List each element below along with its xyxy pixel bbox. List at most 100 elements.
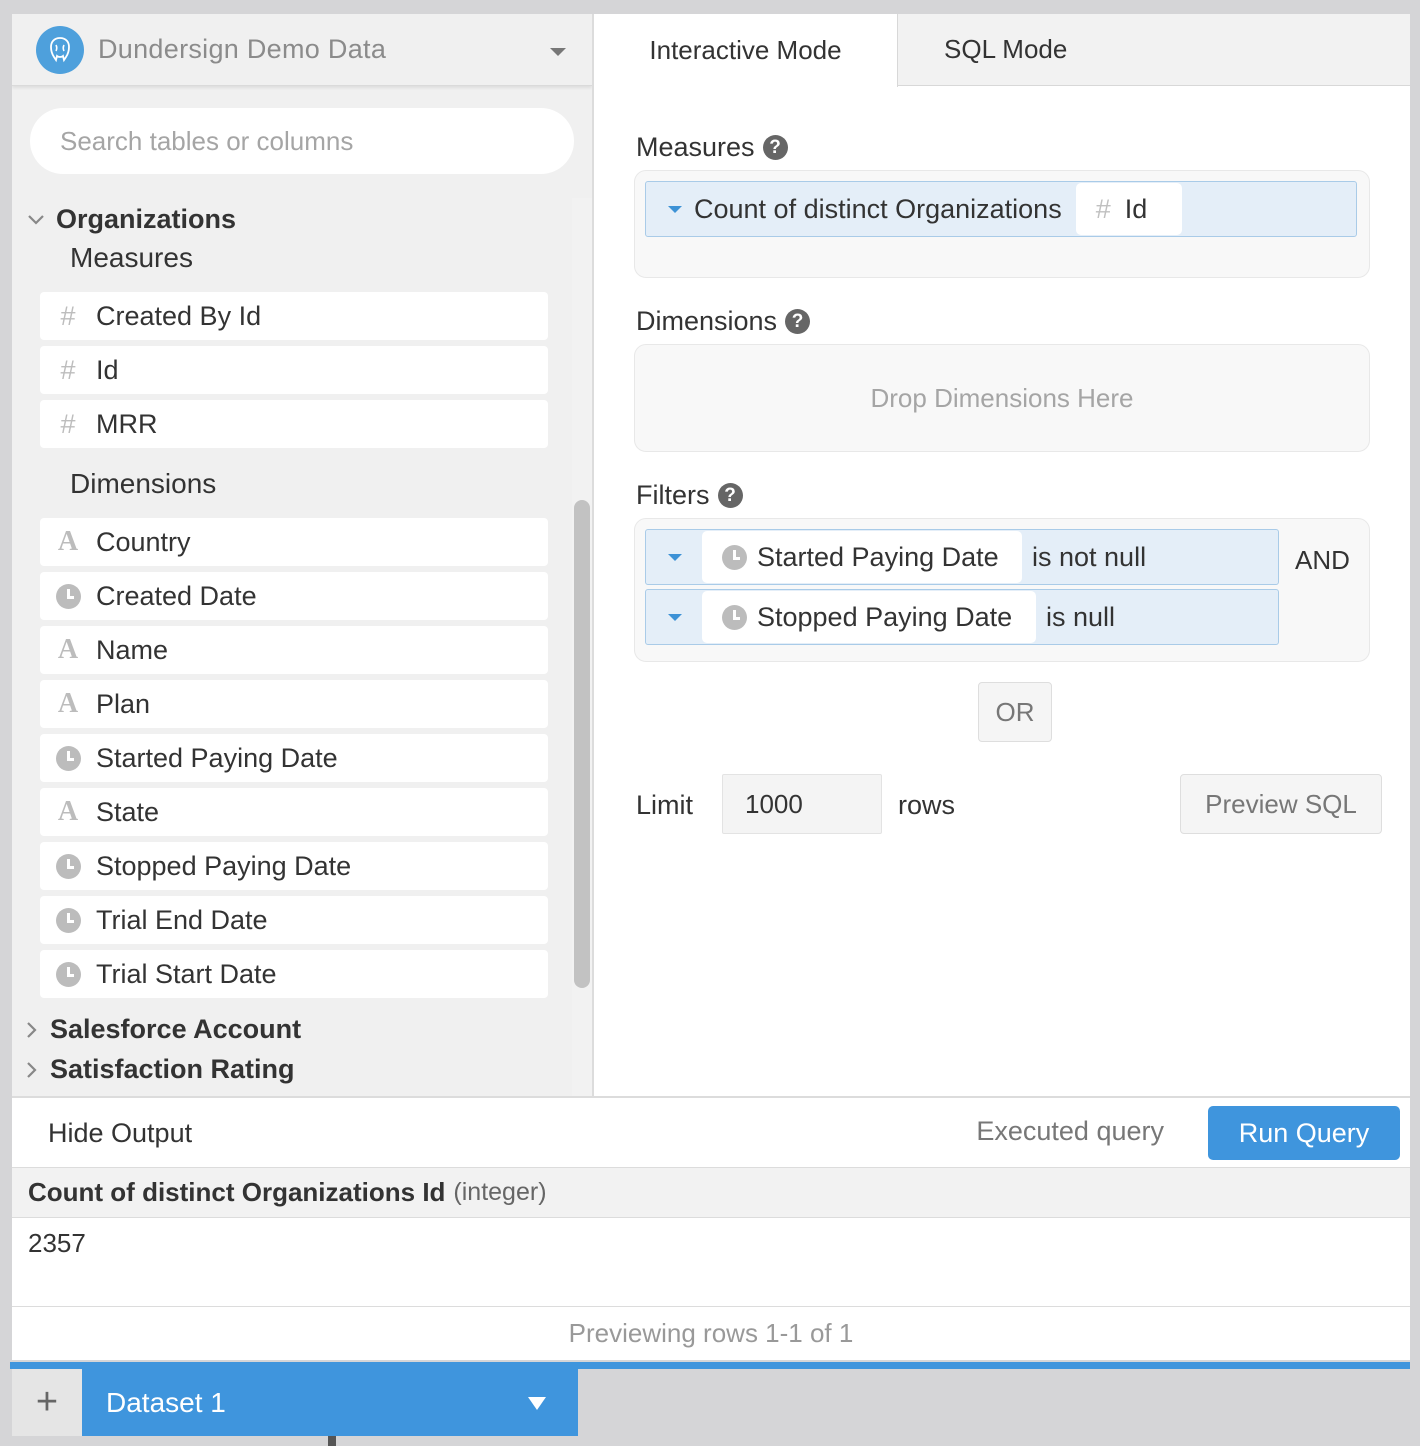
dimension-field-state[interactable]: A State (40, 788, 548, 836)
or-button[interactable]: OR (978, 682, 1052, 742)
scrollbar-thumb[interactable] (574, 500, 590, 988)
dimension-field-trial-start-date[interactable]: Trial Start Date (40, 950, 548, 998)
limit-label: Limit (636, 790, 694, 820)
field-label: Country (96, 526, 191, 557)
postgres-elephant-icon (36, 25, 84, 74)
field-label: Stopped Paying Date (96, 850, 352, 881)
dataset-name: Dataset 1 (106, 1386, 226, 1418)
filter-field-name: Started Paying Date (757, 541, 999, 572)
measure-pill[interactable]: Count of distinct Organizations # Id (645, 181, 1357, 237)
clock-icon (722, 604, 747, 630)
datasource-name: Dundersign Demo Data (98, 34, 387, 64)
hash-icon: # (60, 408, 76, 439)
measures-section: Measures ? (636, 132, 788, 163)
tab-sql-mode[interactable]: SQL Mode (898, 14, 1410, 86)
datasource-select[interactable]: Dundersign Demo Data (12, 14, 592, 86)
limit-input[interactable] (722, 774, 882, 834)
result-column-header: Count of distinct Organizations Id (inte… (12, 1168, 1410, 1218)
add-dataset-button[interactable]: + (12, 1369, 82, 1436)
clock-icon (55, 745, 81, 771)
table-name: Organizations (56, 204, 237, 234)
chevron-right-icon (27, 1061, 37, 1078)
and-operator-label: AND (1295, 545, 1350, 575)
filter-pill-stopped-paying-date[interactable]: Stopped Paying Date is null (645, 589, 1279, 645)
dimensions-placeholder: Drop Dimensions Here (870, 383, 1134, 413)
filter-field-chip[interactable]: Started Paying Date (702, 531, 1022, 583)
caret-down-icon[interactable] (528, 1397, 546, 1410)
table-salesforce-account[interactable]: Salesforce Account (24, 1014, 301, 1045)
dimension-field-created-date[interactable]: Created Date (40, 572, 548, 620)
hash-icon: # (60, 300, 76, 331)
measure-aggregation: Count of distinct Organizations (694, 193, 1062, 224)
field-label: MRR (96, 408, 158, 439)
dataset-accent-line (10, 1362, 1410, 1369)
filter-field-chip[interactable]: Stopped Paying Date (702, 591, 1036, 643)
clock-icon (55, 907, 81, 933)
help-icon[interactable]: ? (785, 309, 811, 334)
search-input[interactable] (30, 108, 574, 174)
dimension-field-country[interactable]: A Country (40, 518, 548, 566)
tab-interactive-mode[interactable]: Interactive Mode (594, 14, 898, 87)
column-type: (integer) (453, 1178, 547, 1206)
filter-pill-started-paying-date[interactable]: Started Paying Date is not null (645, 529, 1279, 585)
text-type-icon: A (57, 526, 79, 557)
table-name: Salesforce Account (50, 1014, 302, 1044)
dimension-field-stopped-paying-date[interactable]: Stopped Paying Date (40, 842, 548, 890)
divider (328, 1436, 336, 1446)
output-toolbar: Hide Output Executed query Run Query (12, 1096, 1410, 1168)
measure-field-id[interactable]: # Id (40, 346, 548, 394)
field-label: Plan (96, 688, 151, 719)
chart-editor: Dundersign Demo Data Organizations Measu… (12, 14, 1410, 1360)
dimension-field-started-paying-date[interactable]: Started Paying Date (40, 734, 548, 782)
query-builder: Interactive Mode SQL Mode Measures ? Cou… (594, 14, 1410, 1096)
field-label: Trial Start Date (96, 958, 277, 989)
chevron-right-icon (27, 1021, 37, 1038)
field-label: Created Date (96, 580, 257, 611)
run-query-button[interactable]: Run Query (1208, 1106, 1400, 1160)
chevron-down-icon (28, 214, 44, 225)
dimension-field-trial-end-date[interactable]: Trial End Date (40, 896, 548, 944)
measure-field-name: Id (1124, 193, 1148, 224)
mode-tabs: Interactive Mode SQL Mode (594, 14, 1410, 87)
filters-section: Filters ? (636, 480, 743, 511)
table-organizations[interactable]: Organizations (26, 204, 236, 235)
clock-icon (55, 583, 81, 609)
dimension-field-plan[interactable]: A Plan (40, 680, 548, 728)
filter-condition[interactable]: is not null (1032, 542, 1146, 573)
measure-field-created-by-id[interactable]: # Created By Id (40, 292, 548, 340)
table-satisfaction-rating[interactable]: Satisfaction Rating (24, 1054, 295, 1085)
caret-down-icon[interactable] (668, 205, 682, 213)
caret-down-icon[interactable] (668, 553, 682, 561)
schema-scrollbar[interactable] (572, 198, 592, 1096)
measures-dropzone[interactable]: Count of distinct Organizations # Id (634, 170, 1370, 278)
dimensions-dropzone[interactable]: Drop Dimensions Here (634, 344, 1370, 452)
dataset-tab[interactable]: Dataset 1 (82, 1369, 578, 1436)
hash-icon: # (1095, 193, 1111, 224)
chevron-down-icon (550, 48, 566, 56)
result-footer: Previewing rows 1-1 of 1 (12, 1306, 1410, 1360)
help-icon[interactable]: ? (717, 483, 743, 508)
field-label: State (96, 796, 160, 827)
field-label: Started Paying Date (96, 742, 338, 773)
clock-icon (55, 961, 81, 987)
filter-condition[interactable]: is null (1046, 602, 1115, 633)
text-type-icon: A (57, 688, 79, 719)
result-cell: 2357 (28, 1228, 86, 1258)
query-status: Executed query (976, 1116, 1164, 1146)
field-label: Trial End Date (96, 904, 268, 935)
preview-sql-button[interactable]: Preview SQL (1180, 774, 1382, 834)
table-name: Satisfaction Rating (50, 1054, 295, 1084)
filters-dropzone[interactable]: Started Paying Date is not null Stopped … (634, 518, 1370, 662)
field-label: Created By Id (96, 300, 262, 331)
hide-output-button[interactable]: Hide Output (48, 1118, 192, 1149)
measure-field-mrr[interactable]: # MRR (40, 400, 548, 448)
caret-down-icon[interactable] (668, 613, 682, 621)
filter-field-name: Stopped Paying Date (757, 601, 1013, 632)
dimension-field-name[interactable]: A Name (40, 626, 548, 674)
clock-icon (55, 853, 81, 879)
measures-label: Measures (636, 132, 755, 162)
dimensions-label: Dimensions (636, 306, 778, 336)
measures-group-label: Measures (70, 242, 193, 273)
measure-field-chip[interactable]: # Id (1075, 183, 1182, 235)
help-icon[interactable]: ? (762, 135, 788, 160)
